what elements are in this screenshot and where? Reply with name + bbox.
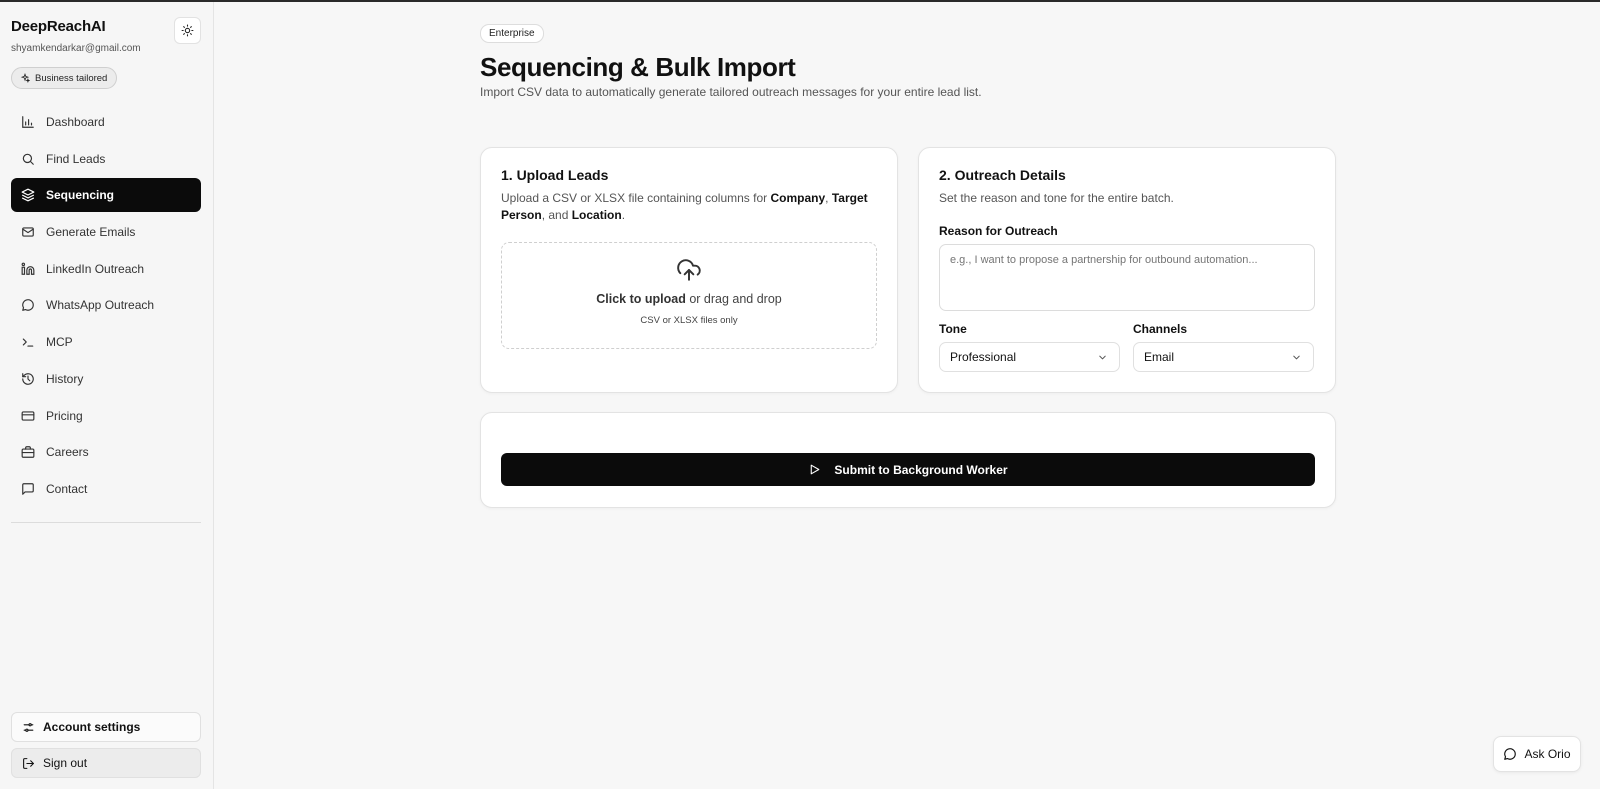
theme-toggle-button[interactable] bbox=[174, 17, 201, 44]
upload-desc-sep-1: , bbox=[825, 191, 832, 205]
upload-leads-card: 1. Upload Leads Upload a CSV or XLSX fil… bbox=[480, 147, 898, 393]
upload-card-title: 1. Upload Leads bbox=[501, 167, 609, 183]
tone-select[interactable]: Professional bbox=[939, 342, 1120, 372]
mail-icon bbox=[22, 227, 34, 237]
account-settings-label: Account settings bbox=[43, 720, 141, 734]
play-icon bbox=[811, 464, 820, 475]
submit-background-worker-button[interactable]: Submit to Background Worker bbox=[501, 453, 1315, 486]
sliders-icon bbox=[23, 722, 34, 732]
chat-bubble-icon bbox=[1504, 748, 1517, 760]
brand-name: DeepReachAI bbox=[11, 18, 106, 35]
chevron-down-icon bbox=[1293, 355, 1300, 359]
plan-badge-label: Business tailored bbox=[35, 72, 108, 84]
sidebar-item-label: Generate Emails bbox=[46, 225, 136, 240]
sidebar-item-dashboard[interactable]: Dashboard bbox=[11, 105, 201, 139]
channels-select[interactable]: Email bbox=[1133, 342, 1314, 372]
reason-textarea[interactable] bbox=[939, 244, 1315, 311]
sidebar-item-linkedin-outreach[interactable]: LinkedIn Outreach bbox=[11, 252, 201, 286]
submit-card: Submit to Background Worker bbox=[480, 412, 1336, 508]
sidebar-item-label: Dashboard bbox=[46, 115, 105, 129]
search-icon bbox=[22, 153, 34, 165]
message-square-icon bbox=[22, 483, 34, 495]
sidebar-item-label: Careers bbox=[46, 445, 89, 460]
sidebar-item-label: LinkedIn Outreach bbox=[46, 261, 145, 276]
sidebar-item-sequencing[interactable]: Sequencing bbox=[11, 178, 201, 213]
sidebar-nav: Dashboard Find Leads Sequencing Generate… bbox=[11, 105, 201, 509]
column-location: Location bbox=[571, 207, 622, 222]
credit-card-icon bbox=[21, 410, 35, 421]
plan-badge: Business tailored bbox=[11, 67, 118, 89]
bar-chart-icon bbox=[22, 116, 34, 128]
chat-bubble-icon bbox=[22, 299, 34, 312]
sidebar-item-generate-emails[interactable]: Generate Emails bbox=[11, 215, 201, 249]
tone-label: Tone bbox=[939, 322, 967, 336]
submit-label: Submit to Background Worker bbox=[834, 462, 1008, 477]
page-title: Sequencing & Bulk Import bbox=[480, 52, 796, 82]
details-card-description: Set the reason and tone for the entire b… bbox=[939, 191, 1174, 205]
upload-desc-prefix: Upload a CSV or XLSX file containing col… bbox=[501, 191, 771, 205]
sidebar-item-label: Contact bbox=[46, 481, 88, 496]
sidebar: DeepReachAI shyamkendarkar@gmail.com Bus… bbox=[0, 2, 214, 789]
ask-orio-label: Ask Orio bbox=[1524, 747, 1571, 761]
dropzone-instruction: Click to upload or drag and drop bbox=[596, 292, 782, 306]
sidebar-item-pricing[interactable]: Pricing bbox=[11, 399, 201, 433]
terminal-icon bbox=[22, 338, 34, 347]
log-out-icon bbox=[23, 757, 34, 769]
sign-out-button[interactable]: Sign out bbox=[11, 748, 201, 778]
upload-desc-sep-2: , and bbox=[541, 207, 572, 222]
tone-value: Professional bbox=[950, 350, 1017, 364]
user-email: shyamkendarkar@gmail.com bbox=[11, 43, 141, 54]
sidebar-item-label: MCP bbox=[46, 335, 73, 350]
sidebar-item-mcp[interactable]: MCP bbox=[11, 325, 201, 359]
reason-label: Reason for Outreach bbox=[939, 224, 1058, 238]
page-subtitle: Import CSV data to automatically generat… bbox=[480, 85, 982, 99]
ask-orio-button[interactable]: Ask Orio bbox=[1493, 736, 1581, 772]
channels-label: Channels bbox=[1133, 322, 1188, 336]
sidebar-item-label: Find Leads bbox=[46, 151, 106, 166]
upload-card-description: Upload a CSV or XLSX file containing col… bbox=[501, 190, 871, 223]
enterprise-badge: Enterprise bbox=[480, 24, 544, 43]
sidebar-item-whatsapp-outreach[interactable]: WhatsApp Outreach bbox=[11, 288, 201, 322]
sidebar-item-find-leads[interactable]: Find Leads bbox=[11, 142, 201, 176]
sidebar-item-contact[interactable]: Contact bbox=[11, 472, 201, 506]
sign-out-label: Sign out bbox=[43, 756, 88, 770]
sidebar-item-history[interactable]: History bbox=[11, 362, 201, 396]
history-icon bbox=[22, 372, 34, 385]
channels-value: Email bbox=[1144, 350, 1175, 364]
sidebar-item-label: History bbox=[46, 371, 84, 386]
cloud-upload-icon bbox=[677, 259, 701, 281]
sidebar-item-label: Pricing bbox=[46, 408, 83, 423]
outreach-details-card: 2. Outreach Details Set the reason and t… bbox=[918, 147, 1336, 393]
sidebar-item-label: WhatsApp Outreach bbox=[46, 298, 155, 313]
linkedin-icon bbox=[21, 262, 35, 275]
dropzone-rest-text: or drag and drop bbox=[685, 292, 782, 306]
layers-icon bbox=[21, 188, 35, 202]
chevron-down-icon bbox=[1099, 355, 1106, 359]
dropzone-hint: CSV or XLSX files only bbox=[640, 315, 738, 326]
upload-desc-suffix: . bbox=[621, 207, 626, 222]
account-settings-button[interactable]: Account settings bbox=[11, 712, 201, 742]
sidebar-item-careers[interactable]: Careers bbox=[11, 435, 201, 469]
sun-icon bbox=[181, 24, 194, 37]
details-card-title: 2. Outreach Details bbox=[939, 167, 1066, 183]
file-dropzone[interactable]: Click to upload or drag and drop CSV or … bbox=[501, 242, 877, 349]
briefcase-icon bbox=[21, 446, 35, 459]
column-company: Company bbox=[770, 191, 826, 205]
sidebar-divider bbox=[11, 522, 201, 523]
sparkles-icon bbox=[20, 73, 30, 83]
sidebar-item-label: Sequencing bbox=[46, 188, 115, 203]
click-to-upload-link[interactable]: Click to upload bbox=[596, 292, 686, 306]
